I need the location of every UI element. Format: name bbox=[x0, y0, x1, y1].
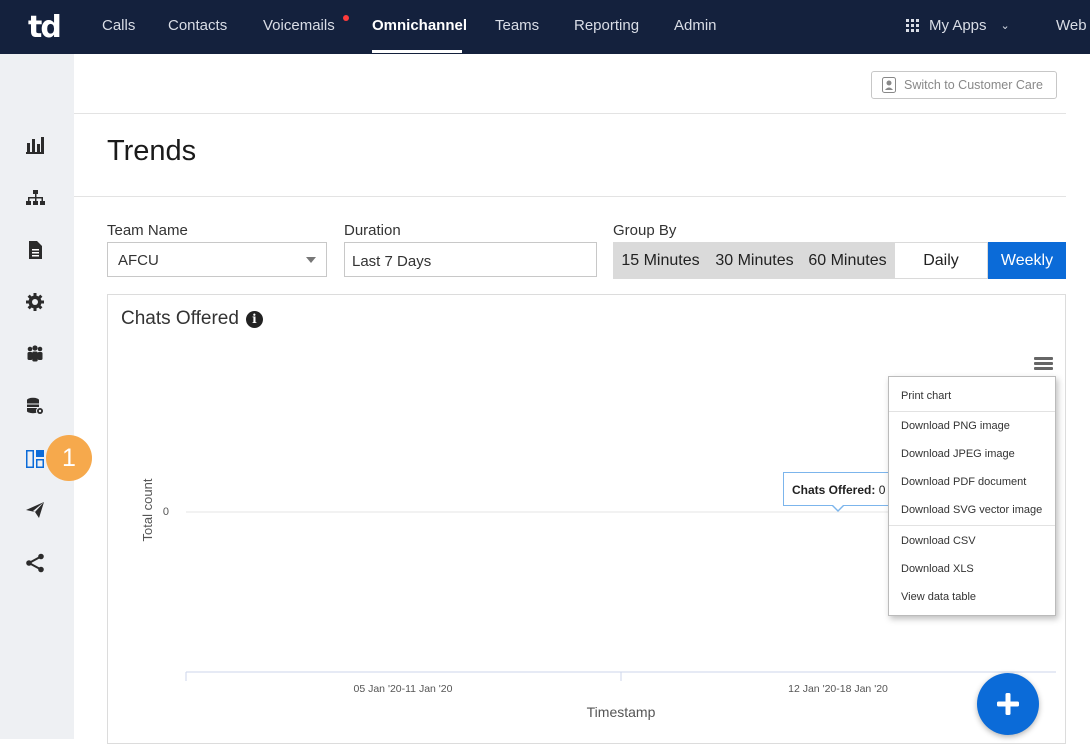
menu-print-chart[interactable]: Print chart bbox=[901, 390, 951, 402]
menu-download-svg[interactable]: Download SVG vector image bbox=[901, 504, 1042, 516]
tooltip-value: 0 bbox=[878, 483, 886, 497]
menu-download-xls[interactable]: Download XLS bbox=[901, 563, 974, 575]
chart-tooltip: Chats Offered: 0 bbox=[783, 472, 891, 506]
tooltip-label: Chats Offered: bbox=[792, 483, 876, 497]
menu-download-pdf[interactable]: Download PDF document bbox=[901, 476, 1026, 488]
x-tick-label-0: 05 Jan '20-11 Jan '20 bbox=[354, 683, 453, 695]
x-tick-label-1: 12 Jan '20-18 Jan '20 bbox=[788, 683, 888, 695]
chart-menu-hamburger-icon[interactable] bbox=[1034, 357, 1053, 372]
menu-download-png[interactable]: Download PNG image bbox=[901, 420, 1010, 432]
add-fab-button[interactable] bbox=[977, 673, 1039, 735]
menu-divider bbox=[889, 525, 1055, 526]
tooltip-arrow-fill bbox=[832, 504, 844, 510]
y-tick-label: 0 bbox=[163, 506, 169, 518]
menu-view-data-table[interactable]: View data table bbox=[901, 591, 976, 603]
chart-plot: Total count 0 05 Jan '20-11 Jan '20 12 J… bbox=[140, 478, 1056, 720]
menu-divider bbox=[889, 411, 1055, 412]
plus-icon bbox=[997, 693, 1019, 715]
menu-download-csv[interactable]: Download CSV bbox=[901, 535, 976, 547]
chart-export-menu: Print chart Download PNG image Download … bbox=[888, 376, 1056, 616]
x-axis-label: Timestamp bbox=[587, 704, 656, 720]
y-axis-label: Total count bbox=[140, 478, 155, 541]
menu-download-jpeg[interactable]: Download JPEG image bbox=[901, 448, 1015, 460]
